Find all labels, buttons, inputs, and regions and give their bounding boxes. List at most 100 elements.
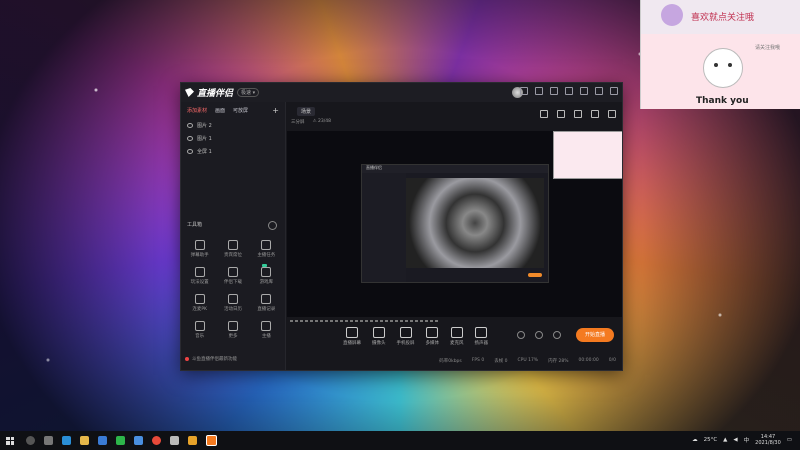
source-item[interactable]: 图片 1 — [181, 132, 285, 145]
more-icon — [227, 321, 238, 331]
tool-item[interactable]: 更多 — [216, 321, 249, 339]
thank-you-overlay: 喜欢就点关注哦 请关注我哦 Thank you — [640, 0, 800, 109]
wechat-icon[interactable] — [116, 436, 125, 445]
tab-canvas[interactable]: 画面 — [215, 107, 225, 114]
system-tray: ☁ 25°C ▲ ◀ 中 14:47 2021/8/30 ▭ — [692, 434, 792, 446]
close-icon[interactable] — [610, 87, 618, 95]
minimize-icon[interactable] — [580, 87, 588, 95]
control-camera[interactable]: 摄像头 — [372, 327, 386, 346]
windows-start-icon[interactable] — [6, 436, 14, 445]
new-badge — [261, 264, 267, 267]
tool-label: 连麦PK — [192, 307, 207, 312]
notification-icon[interactable]: ▭ — [787, 437, 792, 443]
tool-item[interactable]: 主播任务 — [250, 240, 283, 258]
app-6-icon[interactable] — [188, 436, 197, 445]
sidebar: 添加素材 画面 可放屏 + 图片 2 图片 1 全屏 1 工具箱 弹幕助手 贵宾… — [181, 102, 286, 370]
douyu-app-icon[interactable] — [206, 435, 217, 446]
tool-label: 主播 — [261, 334, 271, 339]
recursive-window-preview: 直播伴侣 — [361, 164, 549, 283]
eye-icon[interactable] — [535, 331, 543, 339]
control-mic[interactable]: 麦克风 — [450, 327, 464, 346]
edge-icon[interactable] — [62, 436, 71, 445]
tool-label: 伴侣下载 — [223, 280, 242, 285]
store-icon[interactable] — [98, 436, 107, 445]
news-ticker[interactable]: 斗鱼直播伴侣最新功能 — [185, 356, 237, 362]
mic-icon — [261, 321, 272, 331]
bell-icon[interactable] — [591, 110, 599, 118]
tool-item[interactable]: 贵宾席位 — [216, 240, 249, 258]
tool-item[interactable]: 活动日历 — [216, 294, 249, 312]
control-label: 扬声器 — [474, 341, 489, 346]
bell-icon[interactable] — [520, 87, 528, 95]
layout-label[interactable]: 三分屏 — [291, 119, 305, 125]
start-live-button[interactable]: 开始直播 — [576, 328, 614, 342]
music-icon[interactable] — [574, 110, 582, 118]
folder-icon[interactable] — [80, 436, 89, 445]
lock-icon[interactable] — [557, 110, 565, 118]
tool-item[interactable]: 游戏库 — [250, 264, 283, 285]
control-media[interactable]: 多媒体 — [426, 327, 439, 346]
tool-item[interactable]: 主播 — [250, 321, 283, 339]
tool-item[interactable]: 音乐 — [183, 321, 216, 339]
tool-item[interactable]: 伴侣下载 — [216, 267, 249, 285]
eye-icon[interactable] — [187, 123, 193, 128]
stream-preview[interactable]: 直播伴侣 — [287, 131, 622, 317]
tool-item[interactable]: 玩法设置 — [183, 267, 216, 285]
weather-icon[interactable]: ☁ — [692, 437, 698, 443]
clock-date: 2021/8/30 — [755, 440, 781, 446]
source-item[interactable]: 图片 2 — [181, 119, 285, 132]
source-item[interactable]: 全屏 1 — [181, 145, 285, 158]
status-cpu: CPU 17% — [517, 358, 539, 363]
status-fps: FPS 0 — [471, 358, 485, 363]
share-icon[interactable] — [608, 110, 616, 118]
source-label: 图片 1 — [197, 136, 212, 142]
skin-icon[interactable] — [535, 87, 543, 95]
control-phone-cast[interactable]: 手机投屏 — [397, 327, 415, 346]
tool-item[interactable]: 直播记录 — [250, 294, 283, 312]
extra-controls — [517, 331, 561, 339]
phone-cast-icon — [399, 327, 412, 338]
character-icon — [661, 4, 683, 26]
app-logo: 直播伴侣 — [185, 86, 233, 99]
version-badge[interactable]: 极速 ▾ — [237, 88, 260, 97]
eye-icon[interactable] — [187, 136, 193, 141]
tool-item[interactable]: 连麦PK — [183, 294, 216, 312]
weather-temp[interactable]: 25°C — [704, 437, 718, 443]
control-label: 直播屏幕 — [343, 341, 361, 346]
tool-label: 弹幕助手 — [190, 253, 209, 258]
record-icon[interactable] — [517, 331, 525, 339]
network-icon[interactable]: ▲ — [723, 437, 727, 443]
timeline-strip — [287, 318, 622, 323]
camera-icon — [372, 327, 385, 338]
task-view-icon[interactable] — [44, 436, 53, 445]
control-screen[interactable]: 直播屏幕 — [343, 327, 361, 346]
scene-tab[interactable]: 场景 — [297, 107, 316, 116]
layout-icon[interactable] — [540, 110, 548, 118]
gear-icon[interactable] — [170, 436, 179, 445]
search-icon[interactable] — [26, 436, 35, 445]
maximize-icon[interactable] — [595, 87, 603, 95]
ticker-text: 斗鱼直播伴侣最新功能 — [192, 357, 237, 362]
tool-item[interactable]: 弹幕助手 — [183, 240, 216, 258]
eye-icon[interactable] — [187, 149, 193, 154]
settings-icon[interactable] — [553, 331, 561, 339]
clock[interactable]: 14:47 2021/8/30 — [755, 434, 781, 446]
mail-icon[interactable] — [134, 436, 143, 445]
volume-icon[interactable]: ◀ — [733, 437, 737, 443]
toolbox-more-icon[interactable] — [268, 221, 277, 230]
media-icon — [426, 327, 439, 338]
shirt-icon[interactable] — [550, 87, 558, 95]
music-icon — [194, 321, 205, 331]
mini-start-button — [528, 273, 542, 277]
menu-icon[interactable] — [565, 87, 573, 95]
tab-add-source[interactable]: 添加素材 — [187, 107, 207, 114]
chrome-icon[interactable] — [152, 436, 161, 445]
source-controls: 直播屏幕 摄像头 手机投屏 多媒体 麦克风 扬声器 — [343, 327, 488, 346]
add-source-button[interactable]: + — [272, 106, 279, 115]
control-label: 手机投屏 — [396, 341, 415, 346]
gamepad-icon — [261, 267, 272, 277]
taskbar-apps — [26, 435, 217, 446]
control-speaker[interactable]: 扬声器 — [474, 327, 489, 346]
ime-icon[interactable]: 中 — [744, 436, 750, 444]
tab-screen[interactable]: 可放屏 — [233, 107, 248, 114]
